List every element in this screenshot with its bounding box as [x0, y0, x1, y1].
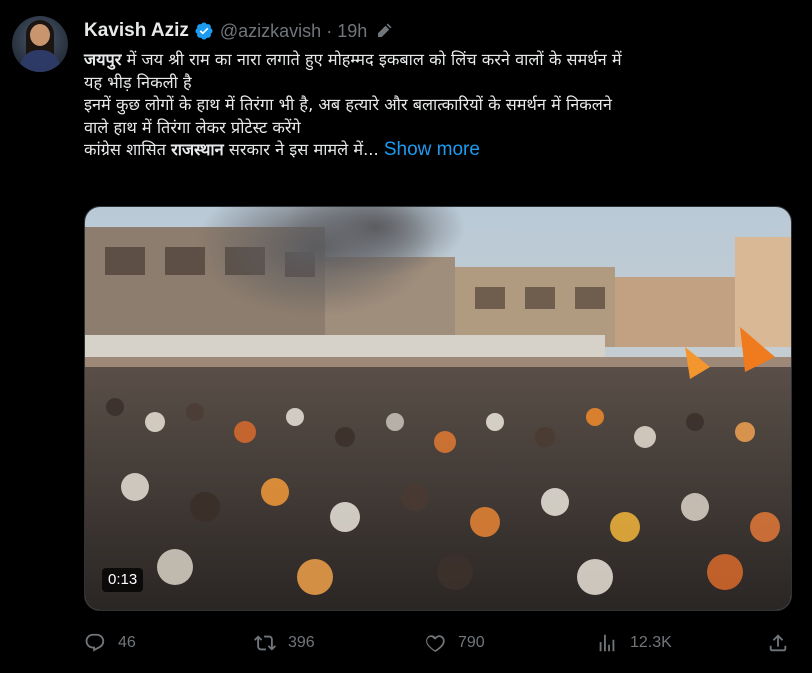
video-player[interactable] [84, 206, 792, 611]
repost-count: 396 [288, 634, 315, 651]
heart-icon [426, 635, 445, 652]
bold-rajasthan: राजस्थान [171, 140, 224, 160]
reply-button[interactable]: 46 [84, 628, 136, 658]
views-chart-icon [599, 634, 615, 652]
like-count: 790 [458, 634, 485, 651]
author-name[interactable]: Kavish Aziz [84, 20, 189, 42]
action-bar: 46 396 790 12.3K [84, 628, 790, 658]
author-handle[interactable]: @azizkavish [220, 21, 321, 42]
tweet-text-line-3: इनमें कुछ लोगों के हाथ में तिरंगा भी है,… [84, 95, 612, 115]
share-icon[interactable] [767, 632, 789, 654]
tweet-text-line-2: यह भीड़ निकली है [84, 72, 192, 92]
video-thumbnail [85, 207, 791, 610]
tweet: Kavish Aziz @azizkavish · 19h जयपुर में … [0, 0, 812, 673]
tweet-text-line-1: जयपुर में जय श्री राम का नारा लगाते हुए … [84, 50, 622, 69]
show-more-link[interactable]: Show more [384, 139, 480, 160]
like-button[interactable]: 790 [424, 628, 485, 658]
repost-icon [254, 635, 276, 651]
repost-button[interactable]: 396 [254, 628, 315, 658]
tweet-header: Kavish Aziz @azizkavish · 19h [84, 18, 393, 44]
avatar[interactable] [12, 16, 68, 72]
tweet-text-line-4: वाले हाथ में तिरंगा लेकर प्रोटेस्ट करेंग… [84, 117, 301, 137]
views-count: 12.3K [630, 634, 672, 651]
tweet-text: जयपुर में जय श्री राम का नारा लगाते हुए … [84, 49, 794, 162]
reply-count: 46 [118, 634, 136, 651]
reply-icon [85, 633, 105, 652]
hashtag-jaipur: जयपुर [84, 50, 122, 69]
edit-pencil-icon [378, 23, 392, 37]
views-button[interactable]: 12.3K [596, 628, 672, 658]
tweet-text-line-5: कांग्रेस शासित राजस्थान सरकार ने इस मामल… [84, 139, 480, 161]
separator-dot: · [326, 20, 333, 41]
video-duration-badge: 0:13 [102, 568, 144, 592]
verified-badge-icon [195, 22, 213, 40]
timestamp[interactable]: 19h [337, 21, 367, 42]
